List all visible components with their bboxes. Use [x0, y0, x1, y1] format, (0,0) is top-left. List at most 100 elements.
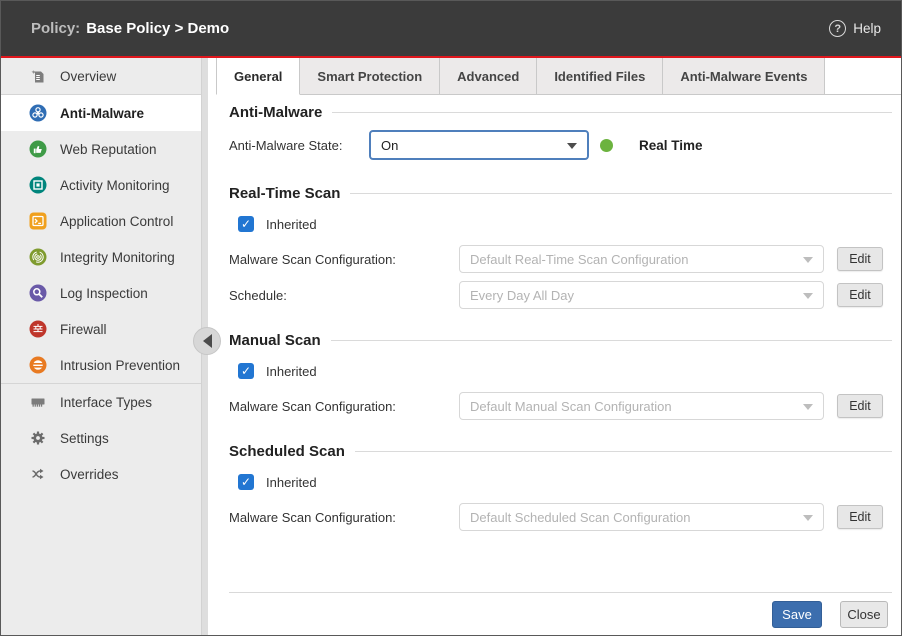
sidebar-item-anti-malware[interactable]: Anti-Malware [1, 95, 201, 131]
anti-malware-state-row: Anti-Malware State: On Real Time [229, 130, 892, 160]
policy-name: Base Policy > Demo [86, 20, 229, 37]
section-title: Real-Time Scan [229, 185, 340, 202]
tab-anti-malware-events[interactable]: Anti-Malware Events [663, 58, 825, 94]
sidebar-item-label: Application Control [60, 214, 173, 229]
policy-editor-window: Policy: Base Policy > Demo ? Help Overvie… [0, 0, 902, 636]
edit-malware-scan-configuration-button[interactable]: Edit [837, 505, 883, 529]
header-bar: Policy: Base Policy > Demo ? Help [1, 1, 901, 56]
selected-option: Default Real-Time Scan Configuration [470, 252, 688, 267]
schedule-select: Every Day All Day [459, 281, 824, 309]
manual-inherited-row: ✓ Inherited [238, 363, 892, 379]
sidebar-item-intrusion-prevention[interactable]: Intrusion Prevention [1, 347, 208, 383]
section-title: Manual Scan [229, 332, 321, 349]
chevron-down-icon [803, 515, 813, 521]
biohazard-icon [29, 104, 47, 122]
section-title: Scheduled Scan [229, 443, 345, 460]
document-overview-icon [29, 67, 47, 85]
save-button[interactable]: Save [772, 601, 822, 628]
sidebar-item-interface-types[interactable]: Interface Types [1, 384, 208, 420]
inherited-checkbox[interactable]: ✓ [238, 216, 254, 232]
tab-label: Advanced [457, 69, 519, 84]
help-button[interactable]: ? Help [829, 20, 881, 37]
policy-prefix: Policy: [31, 20, 80, 37]
fingerprint-icon [29, 248, 47, 266]
shuffle-icon [29, 465, 47, 483]
sidebar-item-label: Log Inspection [60, 286, 148, 301]
chevron-down-icon [803, 404, 813, 410]
section-title: Anti-Malware [229, 104, 322, 121]
malware-scan-configuration-select: Default Scheduled Scan Configuration [459, 503, 824, 531]
realtime-schedule-row: Schedule: Every Day All Day Edit [229, 281, 892, 309]
sidebar-item-label: Overview [60, 69, 116, 84]
tab-smart-protection[interactable]: Smart Protection [300, 58, 440, 94]
realtime-inherited-row: ✓ Inherited [238, 216, 892, 232]
tab-bar: General Smart Protection Advanced Identi… [216, 58, 901, 95]
section-heading-real-time-scan: Real-Time Scan [229, 184, 892, 202]
anti-malware-state-select[interactable]: On [369, 130, 589, 160]
malware-scan-configuration-select: Default Manual Scan Configuration [459, 392, 824, 420]
chevron-down-icon [803, 257, 813, 263]
sidebar-item-label: Activity Monitoring [60, 178, 170, 193]
sidebar-item-label: Firewall [60, 322, 107, 337]
terminal-icon [29, 212, 47, 230]
selected-option: On [381, 138, 398, 153]
edit-schedule-button[interactable]: Edit [837, 283, 883, 307]
sidebar-item-settings[interactable]: Settings [1, 420, 208, 456]
manual-config-row: Malware Scan Configuration: Default Manu… [229, 392, 892, 420]
chevron-down-icon [803, 293, 813, 299]
inherited-label: Inherited [266, 364, 317, 379]
section-heading-anti-malware: Anti-Malware [229, 103, 892, 121]
brick-wall-icon [29, 320, 47, 338]
sidebar-item-label: Web Reputation [60, 142, 157, 157]
tab-label: Smart Protection [317, 69, 422, 84]
anti-malware-status: Real Time [600, 138, 703, 153]
realtime-config-row: Malware Scan Configuration: Default Real… [229, 245, 892, 273]
schedule-label: Schedule: [229, 288, 459, 303]
tab-general[interactable]: General [216, 58, 300, 95]
malware-scan-configuration-select: Default Real-Time Scan Configuration [459, 245, 824, 273]
selected-option: Every Day All Day [470, 288, 574, 303]
sidebar-item-label: Interface Types [60, 395, 152, 410]
main-content: General Smart Protection Advanced Identi… [208, 58, 901, 635]
edit-malware-scan-configuration-button[interactable]: Edit [837, 247, 883, 271]
sidebar-item-label: Intrusion Prevention [60, 358, 180, 373]
tab-label: Anti-Malware Events [680, 69, 807, 84]
scheduled-config-row: Malware Scan Configuration: Default Sche… [229, 503, 892, 531]
malware-scan-configuration-label: Malware Scan Configuration: [229, 399, 459, 414]
sidebar-collapse-handle[interactable] [193, 325, 221, 357]
tab-advanced[interactable]: Advanced [440, 58, 537, 94]
status-text: Real Time [639, 138, 703, 153]
sidebar-item-log-inspection[interactable]: Log Inspection [1, 275, 208, 311]
sidebar-item-overview[interactable]: Overview [1, 58, 208, 94]
thumbs-up-icon [29, 140, 47, 158]
sidebar-item-activity-monitoring[interactable]: Activity Monitoring [1, 167, 208, 203]
inherited-checkbox[interactable]: ✓ [238, 363, 254, 379]
chevron-left-icon [203, 334, 212, 348]
page-title: Policy: Base Policy > Demo [31, 20, 229, 37]
sidebar-item-label: Anti-Malware [60, 106, 144, 121]
tab-label: Identified Files [554, 69, 645, 84]
magnifier-icon [29, 284, 47, 302]
scheduled-inherited-row: ✓ Inherited [238, 474, 892, 490]
sidebar-item-web-reputation[interactable]: Web Reputation [1, 131, 208, 167]
malware-scan-configuration-label: Malware Scan Configuration: [229, 252, 459, 267]
gear-icon [29, 429, 47, 447]
sidebar-item-label: Overrides [60, 467, 119, 482]
inherited-label: Inherited [266, 217, 317, 232]
sidebar: Overview Anti-Malware Web Reputation [1, 58, 208, 635]
question-circle-icon: ? [829, 20, 846, 37]
tab-identified-files[interactable]: Identified Files [537, 58, 663, 94]
sidebar-item-label: Settings [60, 431, 109, 446]
sidebar-item-application-control[interactable]: Application Control [1, 203, 208, 239]
sidebar-item-firewall[interactable]: Firewall [1, 311, 208, 347]
selected-option: Default Scheduled Scan Configuration [470, 510, 690, 525]
section-heading-scheduled-scan: Scheduled Scan [229, 442, 892, 460]
sidebar-item-overrides[interactable]: Overrides [1, 456, 208, 492]
anti-malware-state-label: Anti-Malware State: [229, 138, 369, 153]
malware-scan-configuration-label: Malware Scan Configuration: [229, 510, 459, 525]
chevron-down-icon [567, 143, 577, 149]
inherited-checkbox[interactable]: ✓ [238, 474, 254, 490]
close-button[interactable]: Close [840, 601, 888, 628]
sidebar-item-integrity-monitoring[interactable]: Integrity Monitoring [1, 239, 208, 275]
edit-malware-scan-configuration-button[interactable]: Edit [837, 394, 883, 418]
